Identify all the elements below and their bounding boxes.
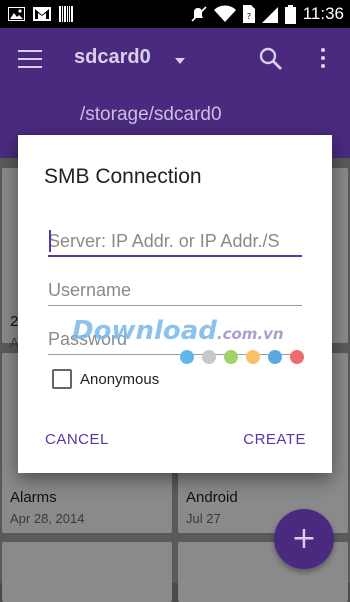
smb-connection-dialog: SMB Connection Anonymous CANCEL CREATE bbox=[18, 135, 332, 473]
field-underline bbox=[48, 305, 302, 306]
battery-icon bbox=[284, 4, 296, 24]
watermark-dot bbox=[224, 350, 238, 364]
watermark-dot bbox=[290, 350, 304, 364]
watermark-logo: Download.com.vn bbox=[72, 316, 284, 346]
anonymous-checkbox[interactable] bbox=[52, 369, 72, 389]
card-name: Android bbox=[186, 489, 238, 506]
server-field[interactable] bbox=[48, 227, 302, 257]
barcode-icon bbox=[59, 6, 73, 22]
create-button[interactable]: CREATE bbox=[243, 431, 306, 448]
signal-icon bbox=[261, 7, 278, 23]
watermark-suffix: .com.vn bbox=[216, 325, 284, 343]
field-underline bbox=[48, 255, 302, 257]
card-name: Alarms bbox=[10, 489, 57, 506]
app-bar-title[interactable]: sdcard0 bbox=[74, 46, 151, 69]
sim-icon: ? bbox=[242, 5, 255, 23]
current-path: /storage/sdcard0 bbox=[80, 104, 222, 125]
image-icon bbox=[8, 7, 25, 21]
anonymous-row[interactable]: Anonymous bbox=[52, 369, 159, 389]
more-options-icon[interactable] bbox=[314, 48, 332, 72]
chevron-down-icon[interactable] bbox=[175, 58, 185, 64]
grid-card[interactable] bbox=[2, 542, 172, 602]
svg-text:?: ? bbox=[247, 12, 251, 21]
text-cursor bbox=[49, 230, 51, 252]
cancel-button[interactable]: CANCEL bbox=[45, 431, 109, 448]
watermark-dot bbox=[202, 350, 216, 364]
server-input[interactable] bbox=[48, 227, 302, 255]
gmail-icon bbox=[33, 7, 51, 21]
card-date: Apr 28, 2014 bbox=[10, 511, 85, 526]
dialog-title: SMB Connection bbox=[44, 165, 202, 188]
username-field[interactable] bbox=[48, 276, 302, 306]
wifi-icon bbox=[213, 5, 236, 22]
anonymous-label: Anonymous bbox=[80, 370, 160, 388]
watermark-dot bbox=[246, 350, 260, 364]
status-bar: ? 11:36 bbox=[0, 0, 350, 28]
status-bar-left bbox=[0, 6, 73, 22]
username-input[interactable] bbox=[48, 276, 302, 304]
watermark-dots bbox=[180, 350, 304, 364]
status-time: 11:36 bbox=[302, 4, 344, 23]
mute-icon bbox=[191, 6, 207, 22]
watermark-dot bbox=[268, 350, 282, 364]
add-fab-button[interactable]: + bbox=[274, 509, 334, 569]
watermark-dot bbox=[180, 350, 194, 364]
plus-icon: + bbox=[291, 521, 317, 556]
status-bar-right: ? 11:36 bbox=[191, 4, 350, 24]
hamburger-menu-icon[interactable] bbox=[18, 50, 42, 70]
search-icon[interactable] bbox=[258, 46, 284, 72]
card-date: Jul 27 bbox=[186, 511, 221, 526]
watermark-text: Download bbox=[72, 316, 217, 346]
